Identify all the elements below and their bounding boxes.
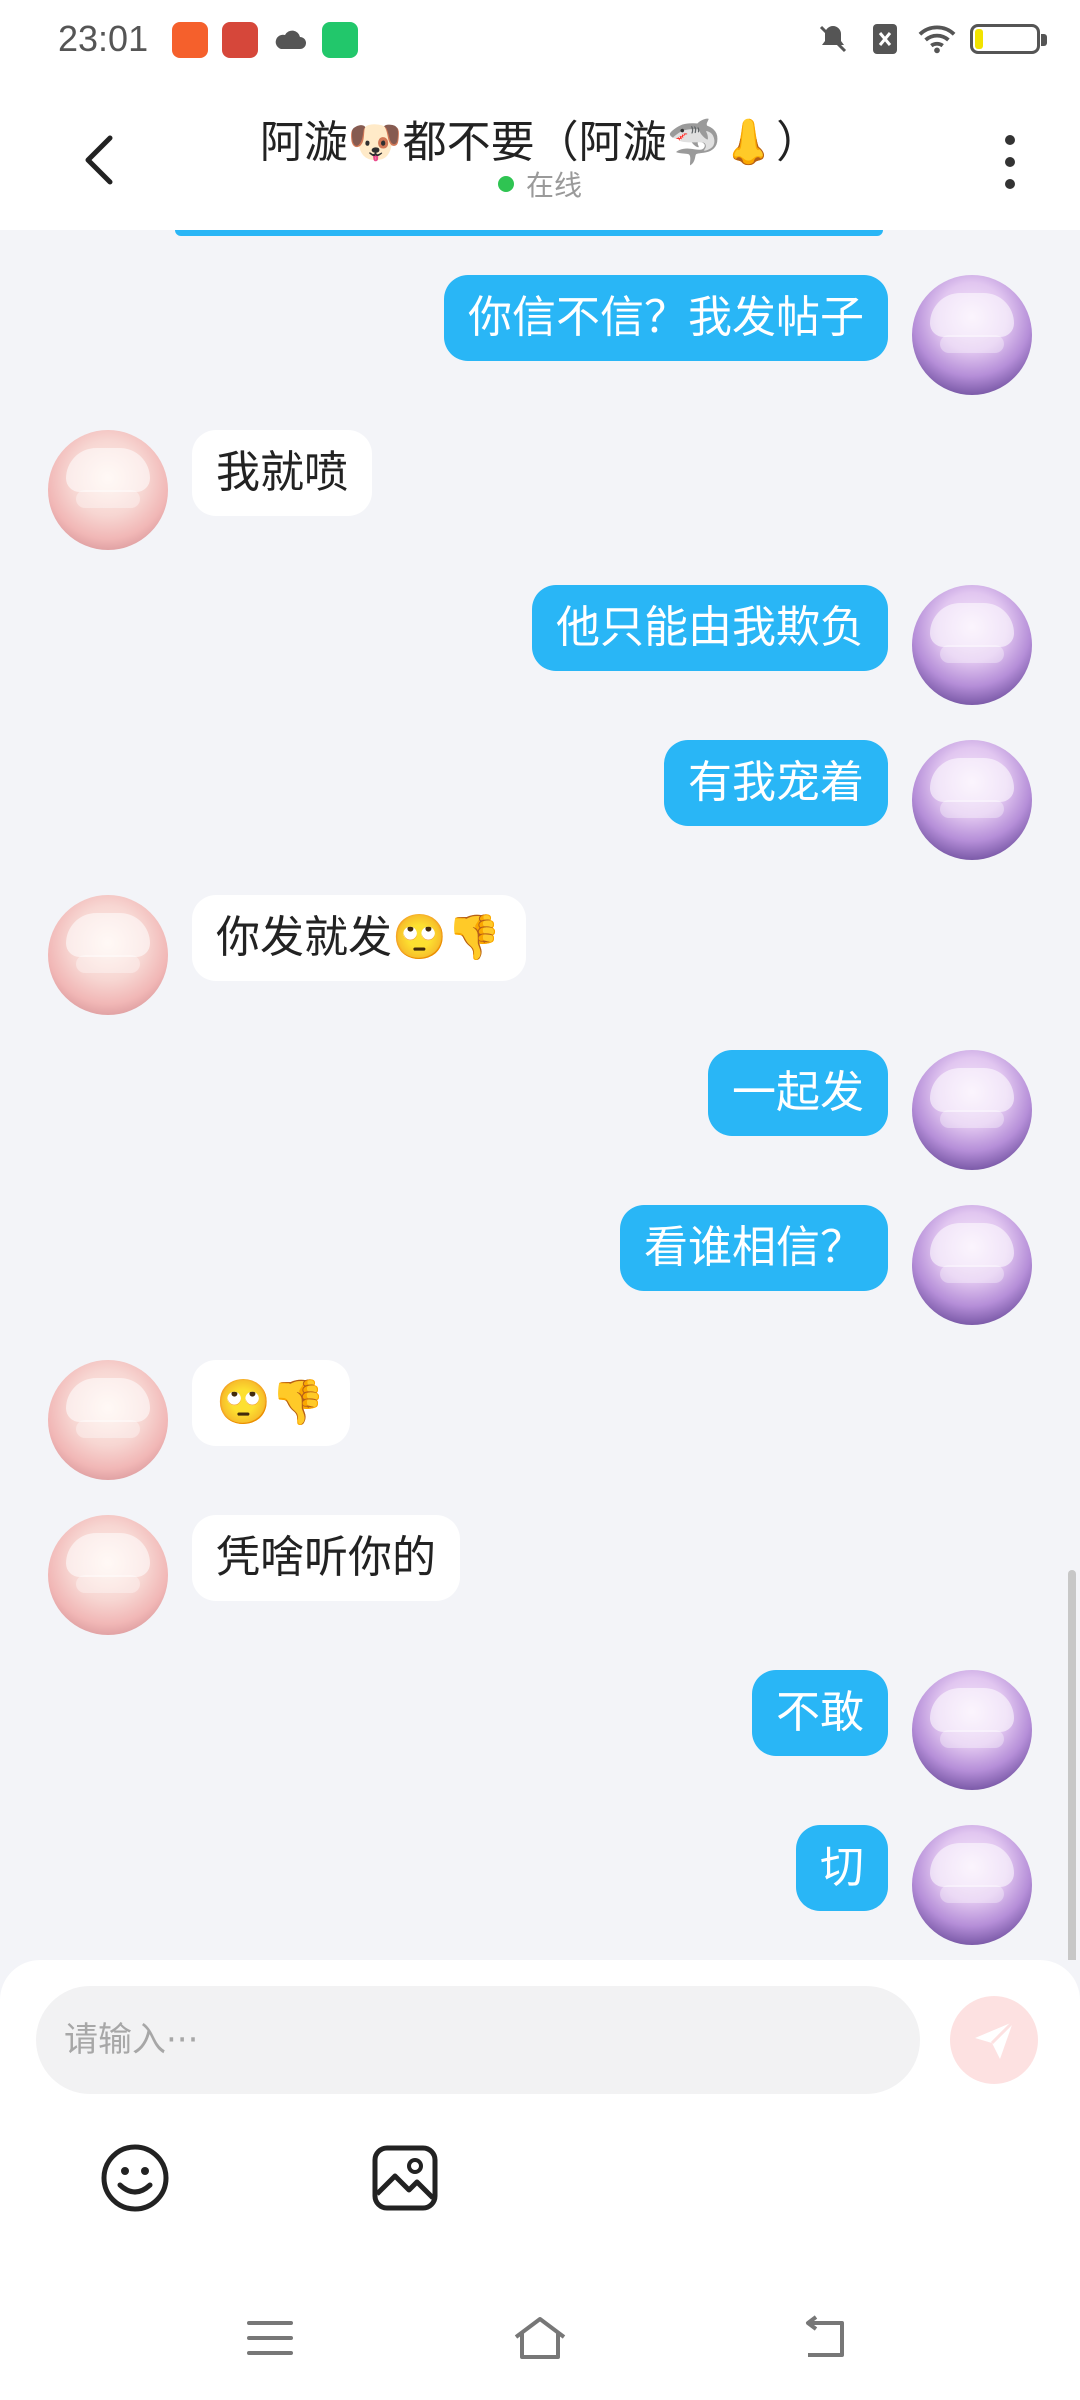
more-dot-icon bbox=[1005, 157, 1015, 167]
no-sim-icon bbox=[866, 20, 904, 58]
message-row: 一起发 bbox=[0, 1050, 1080, 1180]
outgoing-message-bubble[interactable]: 切 bbox=[796, 1825, 888, 1911]
status-bar: 23:01 bbox=[0, 0, 1080, 82]
message-list[interactable]: 你信不信？我发帖子 我就喷 他只能由我欺负 有我宠着 你发就发🙄👎 一起发 看谁… bbox=[0, 230, 1080, 1960]
more-options-button[interactable] bbox=[980, 122, 1040, 202]
home-button[interactable] bbox=[510, 2308, 570, 2368]
contact-avatar[interactable] bbox=[48, 1515, 168, 1635]
notification-app-icons bbox=[172, 22, 358, 58]
message-row: 不敢 bbox=[0, 1670, 1080, 1800]
xiaohongshu-icon bbox=[222, 22, 258, 58]
presence-status: 在线 bbox=[0, 164, 1080, 204]
system-icons bbox=[814, 20, 1047, 58]
incoming-message-bubble[interactable]: 我就喷 bbox=[192, 430, 372, 516]
emoji-button[interactable] bbox=[95, 2138, 175, 2218]
more-dot-icon bbox=[1005, 179, 1015, 189]
message-row: 你信不信？我发帖子 bbox=[0, 275, 1080, 405]
clock: 23:01 bbox=[58, 18, 149, 59]
send-button[interactable] bbox=[950, 1996, 1038, 2084]
message-row: 切 bbox=[0, 1825, 1080, 1955]
message-input-placeholder: 请输入··· bbox=[64, 2020, 199, 2060]
wifi-icon bbox=[918, 20, 956, 58]
outgoing-message-bubble[interactable]: 有我宠着 bbox=[664, 740, 888, 826]
incoming-message-bubble[interactable]: 🙄👎 bbox=[192, 1360, 350, 1446]
back-nav-button[interactable] bbox=[795, 2308, 855, 2368]
image-button[interactable] bbox=[365, 2138, 445, 2218]
message-composer: 请输入··· bbox=[0, 1960, 1080, 2400]
outgoing-message-bubble[interactable]: 一起发 bbox=[708, 1050, 888, 1136]
clipped-message-bubble bbox=[175, 230, 883, 236]
menu-icon bbox=[247, 2321, 293, 2355]
image-icon bbox=[372, 2145, 438, 2211]
message-row: 凭啥听你的 bbox=[0, 1515, 1080, 1645]
cloud-icon bbox=[272, 22, 308, 58]
chat-scrollbar[interactable] bbox=[1068, 1570, 1076, 1960]
battery-level bbox=[975, 29, 983, 49]
incoming-message-bubble[interactable]: 你发就发🙄👎 bbox=[192, 895, 526, 981]
back-icon bbox=[806, 2315, 844, 2357]
self-avatar[interactable] bbox=[912, 740, 1032, 860]
message-row: 他只能由我欺负 bbox=[0, 585, 1080, 715]
menu-button[interactable] bbox=[240, 2308, 300, 2368]
more-dot-icon bbox=[1005, 135, 1015, 145]
message-row: 你发就发🙄👎 bbox=[0, 895, 1080, 1025]
outgoing-message-bubble[interactable]: 他只能由我欺负 bbox=[532, 585, 888, 671]
chat-header: 阿漩🐶都不要（阿漩🦈👃） 在线 bbox=[0, 82, 1080, 230]
message-input[interactable]: 请输入··· bbox=[36, 1986, 920, 2094]
self-avatar[interactable] bbox=[912, 1670, 1032, 1790]
contact-avatar[interactable] bbox=[48, 430, 168, 550]
outgoing-message-bubble[interactable]: 不敢 bbox=[752, 1670, 888, 1756]
online-dot-icon bbox=[497, 176, 514, 192]
message-row: 我就喷 bbox=[0, 430, 1080, 560]
outgoing-message-bubble[interactable]: 看谁相信？ bbox=[620, 1205, 888, 1291]
self-avatar[interactable] bbox=[912, 1050, 1032, 1170]
mute-icon bbox=[814, 20, 852, 58]
iqiyi-icon bbox=[322, 22, 358, 58]
self-avatar[interactable] bbox=[912, 1825, 1032, 1945]
contact-name: 阿漩🐶都不要（阿漩🦈👃） bbox=[259, 117, 821, 168]
send-icon bbox=[975, 2020, 1015, 2059]
self-avatar[interactable] bbox=[912, 1205, 1032, 1325]
emoji-icon bbox=[101, 2144, 169, 2212]
battery-icon bbox=[970, 24, 1047, 54]
outgoing-message-bubble[interactable]: 你信不信？我发帖子 bbox=[444, 275, 888, 361]
self-avatar[interactable] bbox=[912, 585, 1032, 705]
presence-label: 在线 bbox=[525, 169, 582, 202]
message-row: 有我宠着 bbox=[0, 740, 1080, 870]
home-icon bbox=[514, 2317, 566, 2359]
system-navigation-bar bbox=[0, 2290, 1080, 2380]
message-row: 🙄👎 bbox=[0, 1360, 1080, 1490]
contact-avatar[interactable] bbox=[48, 1360, 168, 1480]
kuaishou-icon bbox=[172, 22, 208, 58]
message-row: 看谁相信？ bbox=[0, 1205, 1080, 1335]
self-avatar[interactable] bbox=[912, 275, 1032, 395]
incoming-message-bubble[interactable]: 凭啥听你的 bbox=[192, 1515, 460, 1601]
contact-avatar[interactable] bbox=[48, 895, 168, 1015]
